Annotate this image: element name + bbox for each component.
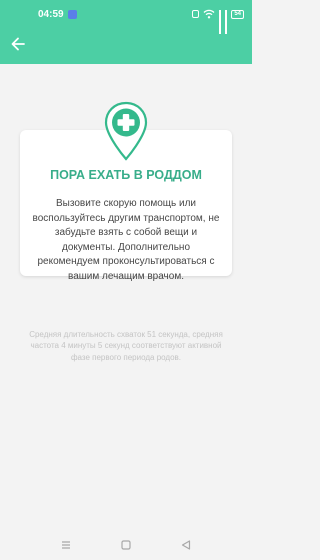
status-bar: 04:59 54 <box>0 0 252 34</box>
home-square-icon[interactable] <box>120 539 132 551</box>
system-nav-bar <box>0 530 252 560</box>
status-time: 04:59 <box>38 9 64 20</box>
signal-icon <box>219 9 222 34</box>
card-body: Вызовите скорую помощь или воспользуйтес… <box>32 198 220 282</box>
system-icons: 54 <box>192 8 244 34</box>
wifi-icon <box>203 9 215 19</box>
contraction-stats-note: Средняя длительность схваток 51 секунда,… <box>29 330 223 362</box>
app-bar: 04:59 54 <box>0 0 252 64</box>
medical-pin-icon <box>104 101 148 161</box>
nfc-icon <box>192 10 200 18</box>
menu-icon[interactable] <box>60 539 72 551</box>
back-triangle-icon[interactable] <box>180 539 192 551</box>
notification-icon <box>68 10 77 19</box>
battery-indicator: 54 <box>231 9 244 19</box>
card-title: ПОРА ЕХАТЬ В РОДДОМ <box>50 168 202 182</box>
back-arrow-icon[interactable] <box>10 36 26 52</box>
signal-icon-2 <box>225 9 228 34</box>
